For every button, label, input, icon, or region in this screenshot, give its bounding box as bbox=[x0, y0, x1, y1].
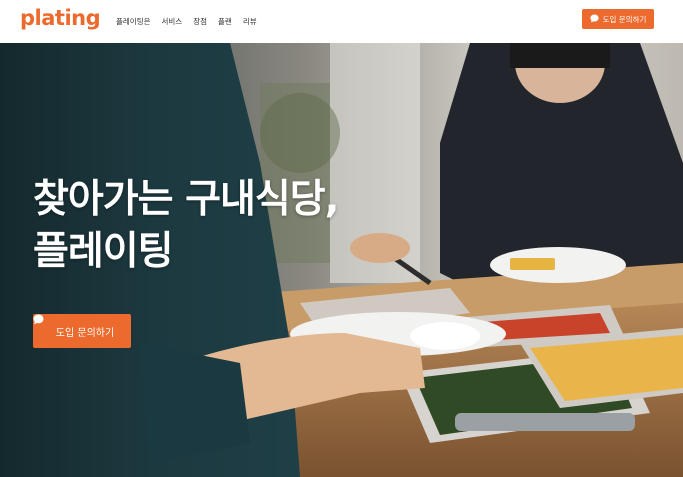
nav-item-benefits[interactable]: 장점 bbox=[193, 16, 207, 27]
hero-title-line2: 플레이팅 bbox=[33, 229, 174, 274]
nav-item-review[interactable]: 리뷰 bbox=[243, 16, 257, 27]
nav-item-plan[interactable]: 플랜 bbox=[218, 16, 232, 27]
nav-item-about[interactable]: 플레이팅은 bbox=[116, 16, 151, 27]
hero-title: 찾아가는 구내식당, 플레이팅 bbox=[33, 174, 339, 278]
nav-item-service[interactable]: 서비스 bbox=[162, 16, 183, 27]
hero-title-line1: 찾아가는 구내식당, bbox=[33, 177, 339, 222]
hero-section: 찾아가는 구내식당, 플레이팅 도입 문의하기 bbox=[0, 43, 683, 477]
site-header: plating 플레이팅은 서비스 장점 플랜 리뷰 도입 문의하기 bbox=[0, 0, 683, 43]
header-inquiry-button[interactable]: 도입 문의하기 bbox=[582, 9, 654, 29]
logo[interactable]: plating bbox=[20, 6, 101, 30]
main-nav: 플레이팅은 서비스 장점 플랜 리뷰 bbox=[116, 16, 257, 27]
hero-inquiry-label: 도입 문의하기 bbox=[55, 327, 115, 339]
chat-bubble-icon bbox=[590, 13, 599, 25]
hero-inquiry-button[interactable]: 도입 문의하기 bbox=[33, 314, 131, 348]
header-inquiry-label: 도입 문의하기 bbox=[602, 14, 647, 24]
